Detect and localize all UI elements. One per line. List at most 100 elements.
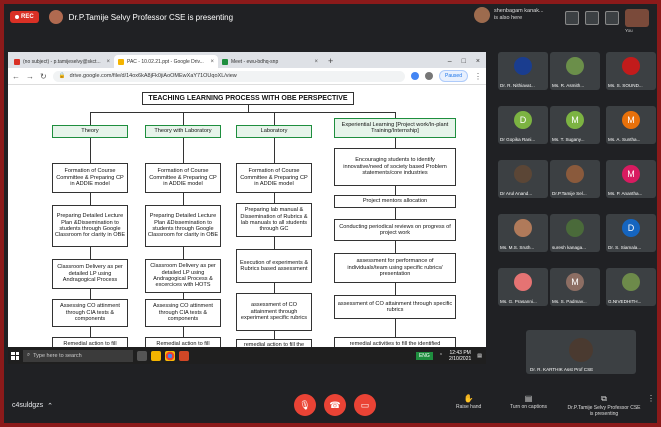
- fullscreen-icon[interactable]: [605, 11, 619, 25]
- captions-label: Turn on captions: [510, 404, 548, 410]
- task-view-icon[interactable]: [137, 350, 147, 361]
- mic-off-icon: 🎙: [299, 399, 311, 410]
- extension-icon[interactable]: [425, 72, 434, 80]
- theory-lab-header: Theory with Laboratory: [145, 125, 221, 138]
- flow-box: Execution of experiments & Rubrics based…: [236, 249, 312, 283]
- pin-icon[interactable]: [585, 11, 599, 25]
- flow-box: Encouraging students to identify innovat…: [334, 148, 456, 186]
- participant-tile[interactable]: D Dr Gopika Rani...: [498, 106, 548, 144]
- captions-button[interactable]: ▤ Turn on captions: [510, 394, 547, 410]
- language-badge[interactable]: ENG: [415, 351, 433, 360]
- flow-box: Classroom Delivery as per detailed LP us…: [145, 259, 221, 293]
- browser-tab-drive[interactable]: PAC - 10.02.21.ppt - Google Driv... ×: [114, 55, 218, 68]
- participant-tile-karthik[interactable]: Dr. R. KARTHIK Asst Prof CSE: [526, 330, 636, 374]
- participant-tile[interactable]: M Ms. P. Anantha...: [606, 160, 656, 198]
- powerpoint-icon[interactable]: [179, 350, 189, 361]
- participant-tile[interactable]: D Dr. S. Siamala...: [606, 214, 656, 252]
- back-icon[interactable]: ←: [12, 72, 20, 81]
- gmail-icon: [14, 58, 20, 65]
- participant-tile[interactable]: Ms. R. Asmith...: [550, 52, 600, 90]
- participant-name: Ms. M.S. Sruth...: [500, 245, 535, 250]
- reload-icon[interactable]: ↻: [40, 72, 47, 81]
- participant-tile[interactable]: G.NIVEDHITH...: [606, 268, 656, 306]
- avatar: [474, 7, 490, 23]
- participant-tile[interactable]: suresh kanaga...: [550, 214, 600, 252]
- captions-icon: ▤: [524, 394, 533, 403]
- url-input[interactable]: 🔒 drive.google.com/file/d/14ox6kA8jFk0jiA…: [52, 70, 406, 82]
- folder-icon[interactable]: [151, 350, 161, 361]
- participant-tile[interactable]: Dr. R. Nithiavat...: [498, 52, 548, 90]
- participant-tile[interactable]: Dr.P.Tamije Sel...: [550, 160, 600, 198]
- new-tab-button[interactable]: +: [322, 56, 339, 68]
- meeting-details-button[interactable]: c4suldgzs ⌃: [12, 402, 53, 410]
- windows-start-icon[interactable]: [11, 351, 19, 360]
- avatar: M: [566, 111, 584, 129]
- browser-tab-gmail[interactable]: (no subject) - p.tamijeselvy@skct... ×: [10, 55, 114, 68]
- flow-box: Conducting periodical reviews on progres…: [334, 219, 456, 241]
- chrome-icon[interactable]: [165, 350, 175, 361]
- avatar: M: [622, 111, 640, 129]
- participant-tile[interactable]: M Ms. T. Sugany...: [550, 106, 600, 144]
- avatar: [566, 165, 584, 183]
- tab-label: PAC - 10.02.21.ppt - Google Driv...: [127, 58, 204, 65]
- experiential-header: Experiential Learning [Project work/In-p…: [334, 118, 456, 138]
- flow-box: assessment for performance of individual…: [334, 253, 456, 283]
- participant-name: G.NIVEDHITH...: [608, 299, 642, 304]
- participant-tile[interactable]: Dr Arul Anand...: [498, 160, 548, 198]
- close-icon[interactable]: ×: [106, 59, 110, 65]
- participant-tile[interactable]: Ms. S. SOUND...: [606, 52, 656, 90]
- tab-label: Meet - ewu-bdhq-snp: [231, 58, 279, 65]
- maximize-icon[interactable]: □: [462, 58, 466, 65]
- self-view[interactable]: You: [625, 9, 649, 33]
- recording-badge: REC: [10, 11, 39, 23]
- avatar: [622, 57, 640, 75]
- participant-name: Dr. S. Siamala...: [608, 245, 642, 250]
- mic-off-button[interactable]: 🎙: [294, 394, 316, 416]
- avatar: [514, 57, 532, 75]
- participant-tile[interactable]: M Ms. S. Padmav...: [550, 268, 600, 306]
- clock-date: 2/10/2021: [449, 355, 472, 362]
- browser-tab-meet[interactable]: Meet - ewu-bdhq-snp ×: [218, 55, 322, 68]
- leave-call-button[interactable]: ☎: [324, 394, 346, 416]
- profile-paused-button[interactable]: Paused: [439, 70, 468, 82]
- minimize-icon[interactable]: –: [448, 58, 452, 65]
- meet-control-bar: c4suldgzs ⌃ 🎙 ☎ ▭ ✋ Raise hand ▤ Turn on ca…: [4, 388, 657, 423]
- presenting-button[interactable]: ⧉ Dr.P.Tamije Selvy Professor CSE is pres…: [566, 394, 642, 417]
- participant-tile[interactable]: M Ms. A. Suntha...: [606, 106, 656, 144]
- windows-taskbar: ⌕ Type here to search ENG ⌃ 12:43 PM 2/10/…: [8, 347, 486, 364]
- close-window-icon[interactable]: ×: [476, 58, 480, 65]
- url-text: drive.google.com/file/d/14ox6kA8jFk0jiAo…: [69, 73, 237, 79]
- notification-icon[interactable]: ▤: [477, 353, 482, 359]
- close-icon[interactable]: ×: [210, 59, 214, 65]
- participant-name: Ms. S. SOUND...: [608, 83, 643, 88]
- participant-name: Dr Gopika Rani...: [500, 137, 536, 142]
- flow-box: Preparing Detailed Lecture Plan &Dissemi…: [145, 205, 221, 247]
- extension-icon[interactable]: [411, 72, 420, 80]
- camera-off-button[interactable]: ▭: [354, 394, 376, 416]
- menu-icon[interactable]: ⋮: [474, 72, 482, 81]
- layout-icon[interactable]: [565, 11, 579, 25]
- avatar: D: [514, 111, 532, 129]
- participant-tile[interactable]: Ms. M.S. Sruth...: [498, 214, 548, 252]
- participant-tile[interactable]: Ms. G. Prasanni...: [498, 268, 548, 306]
- presenting-label: Dr.P.Tamije Selvy Professor CSE is prese…: [567, 405, 641, 417]
- taskbar-search-input[interactable]: ⌕ Type here to search: [23, 349, 133, 362]
- participant-name: Ms. A. Suntha...: [608, 137, 641, 142]
- participant-name: Ms. T. Sugany...: [552, 137, 585, 142]
- forward-icon[interactable]: →: [26, 72, 34, 81]
- taskbar-clock[interactable]: 12:43 PM 2/10/2021: [449, 350, 471, 362]
- search-placeholder: Type here to search: [33, 352, 82, 359]
- network-icon[interactable]: ⌃: [439, 353, 443, 359]
- flow-box: assessment of CO attainment through expe…: [236, 293, 312, 331]
- raise-hand-label: Raise hand: [456, 404, 482, 410]
- avatar: [514, 165, 532, 183]
- participant-name: Ms. P. Anantha...: [608, 191, 643, 196]
- address-bar-row: ← → ↻ 🔒 drive.google.com/file/d/14ox6kA8j…: [8, 68, 486, 85]
- more-options-button[interactable]: ⋮: [647, 394, 655, 404]
- close-icon[interactable]: ×: [314, 59, 318, 65]
- raise-hand-button[interactable]: ✋ Raise hand: [456, 394, 481, 410]
- theory-header: Theory: [52, 125, 128, 138]
- record-dot-icon: [15, 15, 19, 19]
- flow-box: Classroom Delivery as per detailed LP us…: [52, 259, 128, 289]
- participant-name: Ms. S. Padmav...: [552, 299, 587, 304]
